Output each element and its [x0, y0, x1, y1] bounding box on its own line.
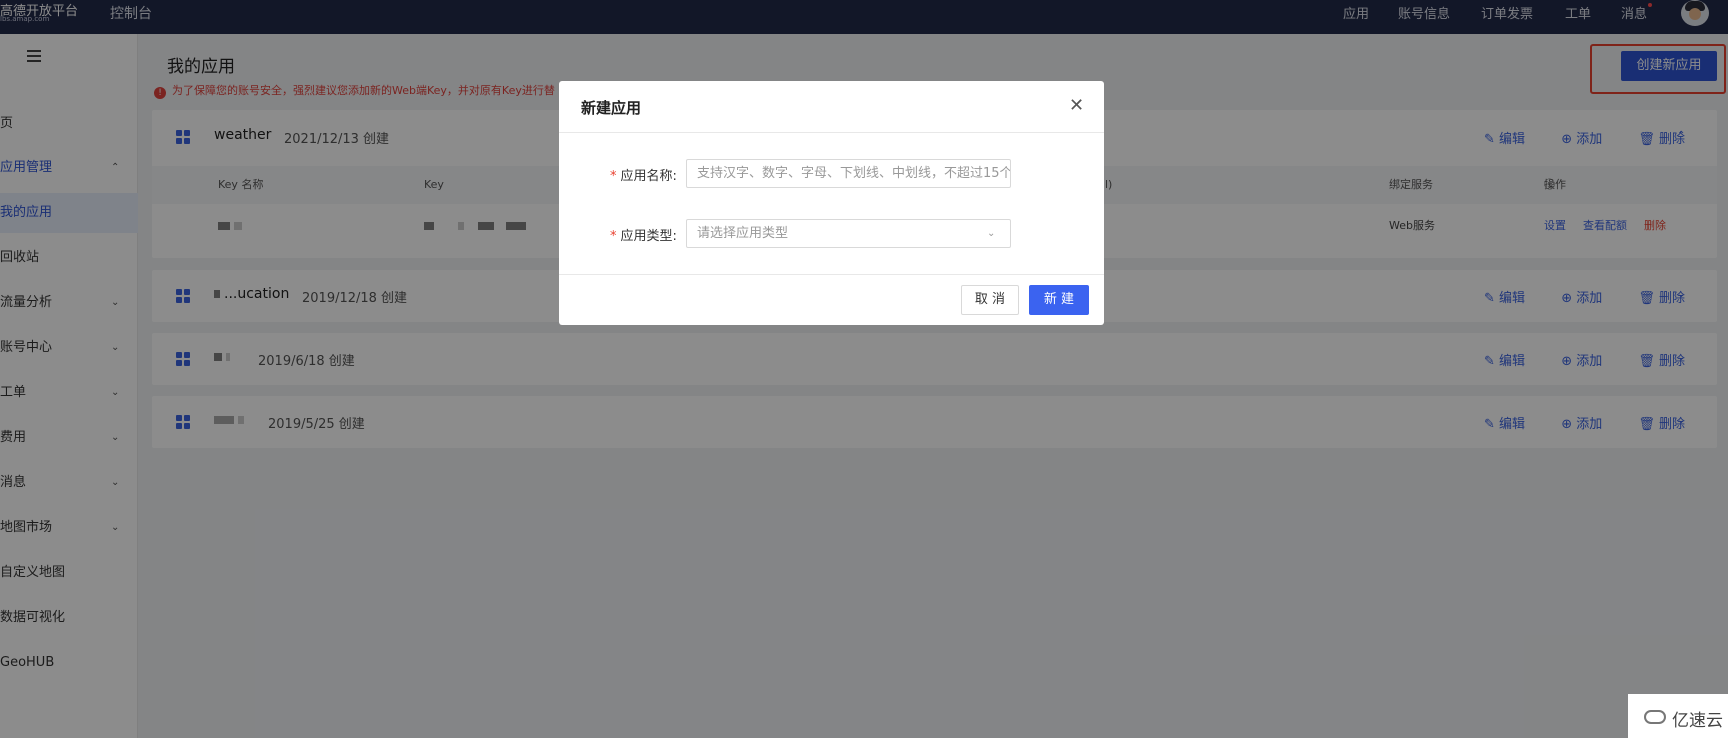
chevron-down-icon: ⌄: [987, 228, 996, 239]
cloud-icon: [1644, 710, 1666, 724]
cancel-button[interactable]: 取 消: [961, 285, 1019, 315]
close-icon[interactable]: ✕: [1069, 95, 1084, 116]
app-type-select[interactable]: 请选择应用类型 ⌄: [686, 219, 1011, 248]
watermark: 亿速云: [1628, 694, 1728, 738]
modal-title: 新建应用: [581, 99, 642, 117]
app-type-label: * 应用类型:: [610, 229, 677, 244]
new-app-modal: 新建应用 ✕ * 应用名称: 支持汉字、数字、字母、下划线、中划线，不超过15个 …: [559, 81, 1104, 325]
modal-footer-divider: [559, 274, 1104, 275]
watermark-text: 亿速云: [1672, 711, 1723, 731]
app-name-label: * 应用名称:: [610, 169, 677, 184]
create-button[interactable]: 新 建: [1029, 285, 1089, 315]
app-name-input[interactable]: 支持汉字、数字、字母、下划线、中划线，不超过15个: [686, 159, 1011, 188]
modal-header-divider: [559, 132, 1104, 133]
